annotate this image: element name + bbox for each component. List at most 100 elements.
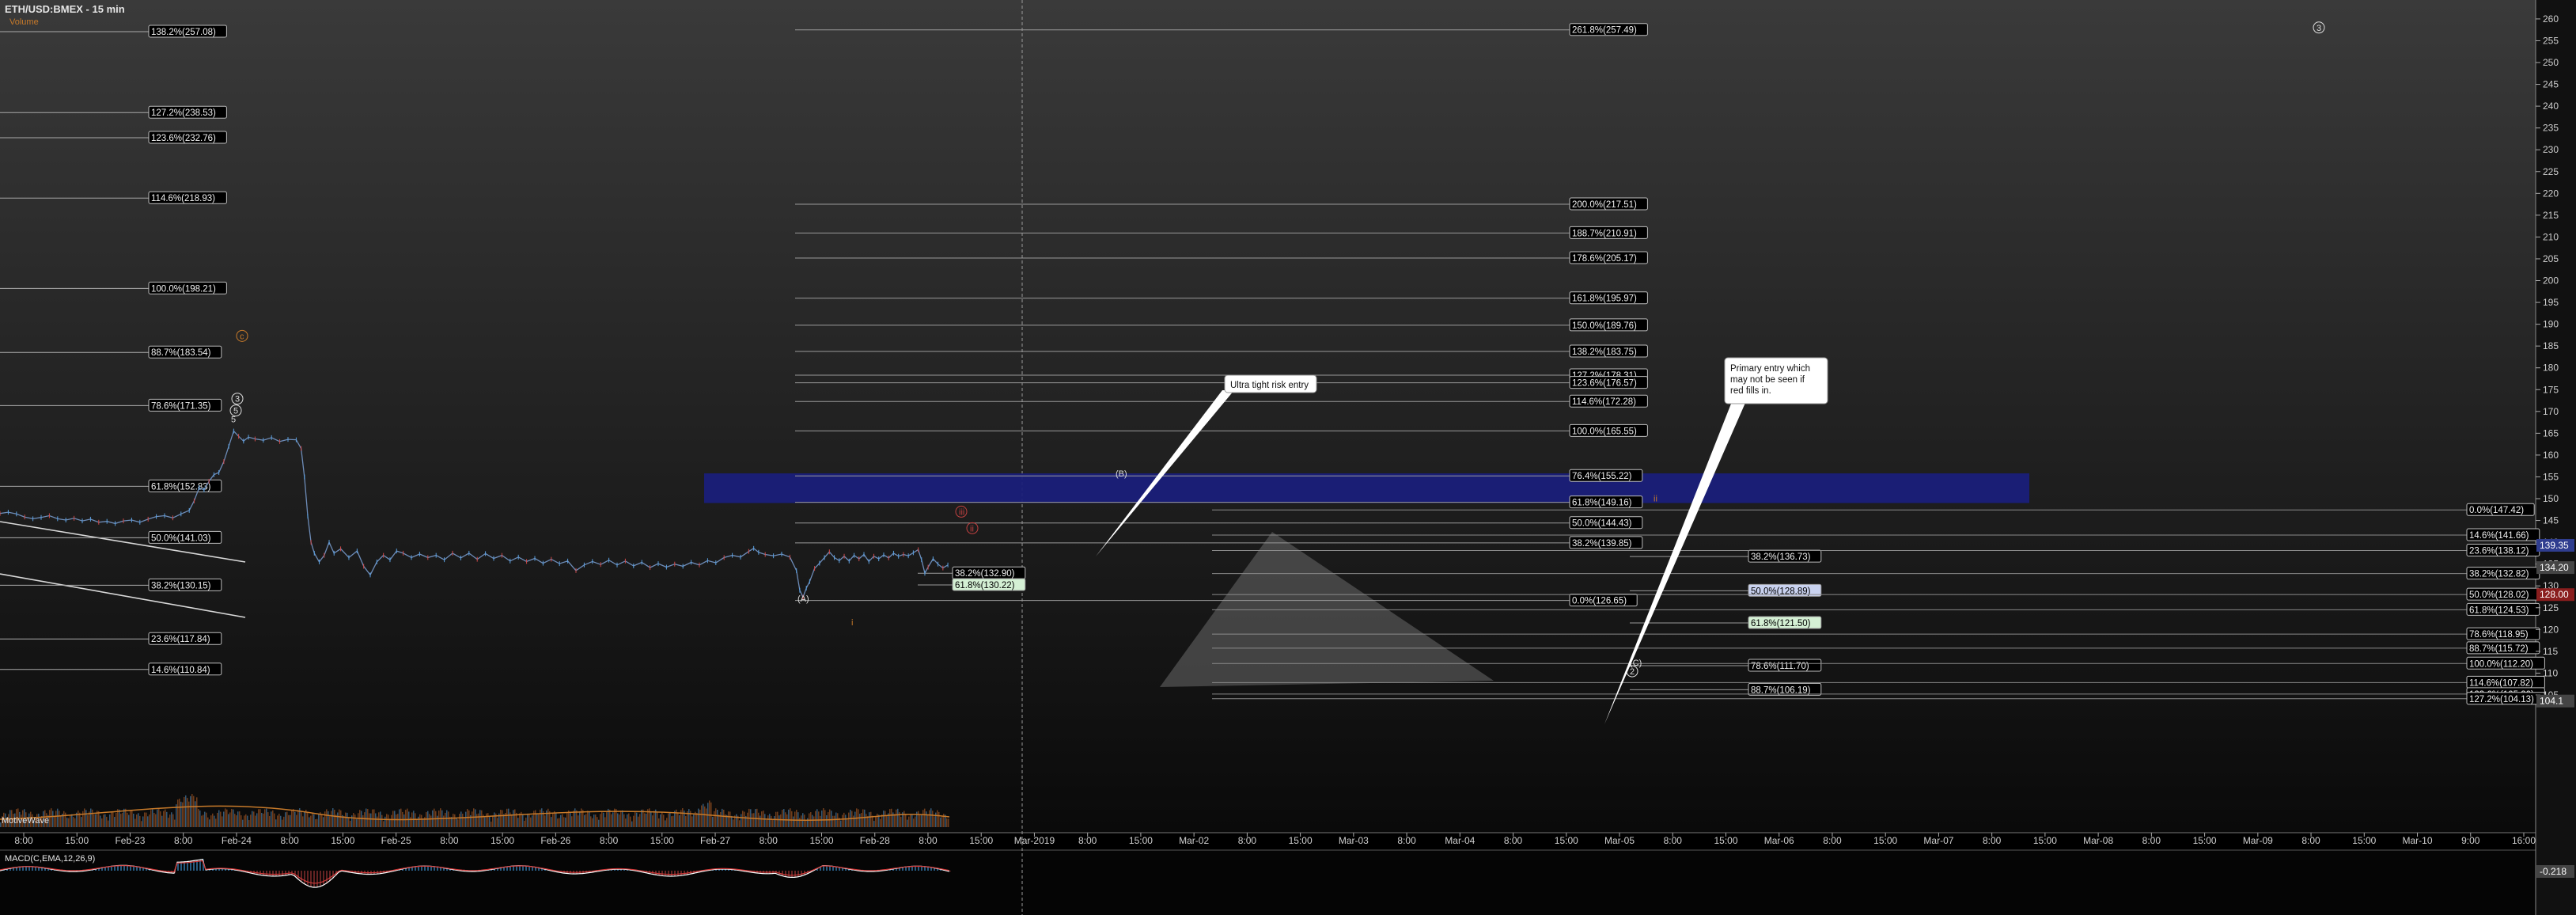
x-tick-label: 8:00: [919, 835, 938, 846]
macd-hist-bar: [269, 871, 271, 876]
volume-bar: [339, 809, 340, 827]
macd-hist-bar: [503, 867, 505, 871]
volume-bar: [386, 814, 388, 827]
volume-bar: [948, 818, 949, 827]
wave-label: ii: [1654, 494, 1657, 503]
volume-bar: [478, 813, 479, 827]
volume-bar: [122, 812, 123, 827]
volume-bar: [315, 819, 316, 827]
volume-bar: [465, 811, 467, 827]
grid-layer: [0, 0, 2576, 915]
volume-bar: [581, 808, 582, 827]
volume-bar: [171, 812, 172, 827]
fib-right-label: 0.0%(147.42): [2466, 503, 2535, 516]
volume-bar: [646, 813, 647, 827]
volume-bar: [212, 813, 214, 827]
macd-hist-bar: [668, 871, 669, 876]
volume-bar: [168, 818, 169, 827]
volume-bar: [285, 812, 286, 827]
volume-bar: [90, 808, 92, 827]
x-tick-label: 15:00: [1289, 835, 1313, 846]
x-tick-label: Mar-04: [1445, 835, 1475, 846]
volume-bar: [589, 811, 590, 827]
volume-bar: [551, 817, 552, 827]
volume-bar: [859, 814, 861, 827]
macd-hist-bar: [275, 871, 277, 876]
volume-bar: [571, 816, 573, 827]
volume-bar: [699, 809, 701, 827]
volume-bar: [476, 814, 478, 827]
volume-bar: [941, 816, 943, 827]
volume-bar: [119, 809, 120, 827]
fib-left-label-text: 114.6%(218.93): [151, 194, 215, 203]
volume-bar: [937, 810, 938, 827]
volume-bar: [78, 811, 79, 827]
callout-text-2: red fills in.: [1730, 386, 1771, 396]
volume-bar: [587, 811, 589, 827]
volume-bar: [527, 813, 528, 827]
volume-bar: [704, 806, 706, 827]
volume-bar: [258, 809, 259, 827]
fib-right-label-text: 61.8%(124.53): [2469, 606, 2529, 615]
volume-bar: [517, 818, 519, 827]
macd-hist-bar: [120, 865, 122, 871]
volume-bar: [653, 811, 655, 827]
volume-bar: [141, 821, 142, 827]
volume-bar: [184, 796, 185, 827]
macd-hist-bar: [510, 866, 511, 871]
y-tick-label: 150: [2543, 493, 2559, 504]
volume-bar: [804, 814, 805, 827]
volume-bar: [506, 808, 508, 827]
volume-bar: [250, 814, 252, 827]
volume-bar: [513, 810, 514, 827]
volume-bar: [905, 814, 907, 827]
x-tick-label: 8:00: [1397, 835, 1416, 846]
volume-bar: [590, 816, 592, 827]
volume-bar: [85, 810, 87, 827]
volume-bar: [274, 813, 275, 827]
volume-bar: [244, 815, 245, 827]
volume-bar: [722, 808, 723, 827]
volume-bar: [584, 814, 585, 827]
fib-left-label: 88.7%(183.54): [148, 345, 222, 359]
volume-bar: [929, 810, 930, 827]
volume-bar: [578, 815, 579, 827]
volume-bar: [416, 818, 418, 827]
y-tick-label: 240: [2543, 101, 2559, 112]
volume-bar: [261, 812, 263, 827]
volume-bar: [74, 818, 76, 827]
fib-small-label-text: 61.8%(130.22): [955, 581, 1015, 590]
volume-bar: [203, 814, 204, 827]
macd-hist-bar: [665, 871, 666, 876]
volume-bar: [125, 808, 127, 827]
volume-bar: [472, 811, 473, 827]
volume-bar: [169, 814, 171, 827]
volume-bar: [834, 815, 835, 827]
volume-bar: [769, 814, 771, 827]
volume-bar: [256, 813, 258, 827]
volume-bar: [918, 811, 919, 827]
fib-mid-label-text: 261.8%(257.49): [1572, 26, 1637, 36]
x-tick-label: 8:00: [2142, 835, 2161, 846]
wave-label: iii: [959, 507, 964, 517]
volume-bar: [100, 815, 101, 827]
volume-bar: [766, 819, 767, 827]
fib-mid-label-text: 38.2%(139.85): [1572, 539, 1632, 549]
volume-bar: [536, 813, 538, 827]
macd-hist-bar: [111, 866, 112, 871]
volume-bar: [459, 814, 460, 827]
y-tick-label: 255: [2543, 35, 2559, 46]
volume-bar: [223, 811, 225, 827]
volume-bar: [309, 817, 310, 827]
volume-bar: [709, 800, 710, 827]
volume-bar: [832, 815, 834, 827]
volume-bar: [741, 814, 742, 827]
volume-bar: [903, 811, 905, 827]
volume-bar: [780, 814, 782, 827]
volume-bar: [210, 815, 212, 827]
volume-bar: [277, 815, 278, 827]
volume-bar: [218, 810, 220, 827]
volume-bar: [101, 818, 103, 827]
x-tick-label: 15:00: [1714, 835, 1737, 846]
volume-bar: [310, 815, 312, 827]
